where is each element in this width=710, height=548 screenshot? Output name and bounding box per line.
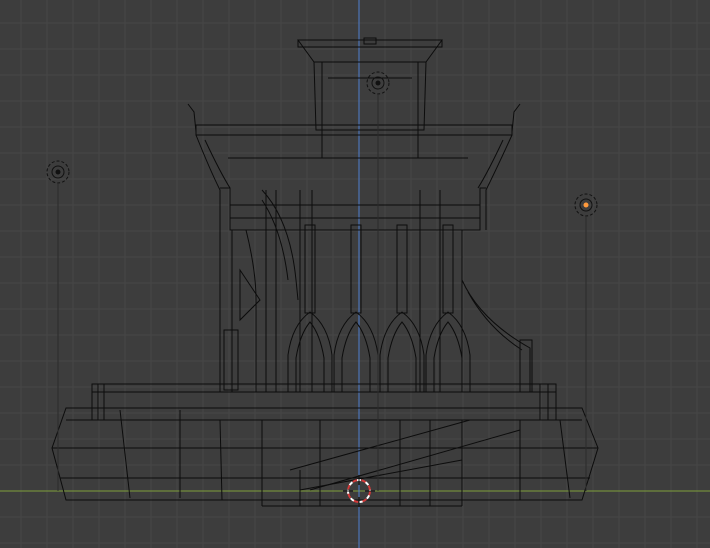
3d-viewport[interactable]	[0, 0, 710, 548]
lamp-empty-left[interactable]	[46, 160, 70, 491]
viewport-scene[interactable]	[0, 0, 710, 548]
arch-outline	[379, 311, 425, 392]
arch-outline	[333, 311, 379, 392]
arch-inner	[387, 321, 417, 392]
pillar	[396, 224, 408, 314]
origin-dot	[55, 169, 61, 175]
origin-dot	[375, 80, 381, 86]
arch-outline	[287, 311, 333, 392]
arch-inner	[341, 321, 371, 392]
pillar	[442, 224, 454, 314]
lamp-empty-right-active[interactable]	[574, 193, 598, 491]
viewport-grid	[0, 0, 710, 548]
tower-wireframe-mesh[interactable]	[51, 37, 599, 507]
active-origin-dot	[583, 202, 589, 208]
arch-inner	[433, 321, 463, 392]
